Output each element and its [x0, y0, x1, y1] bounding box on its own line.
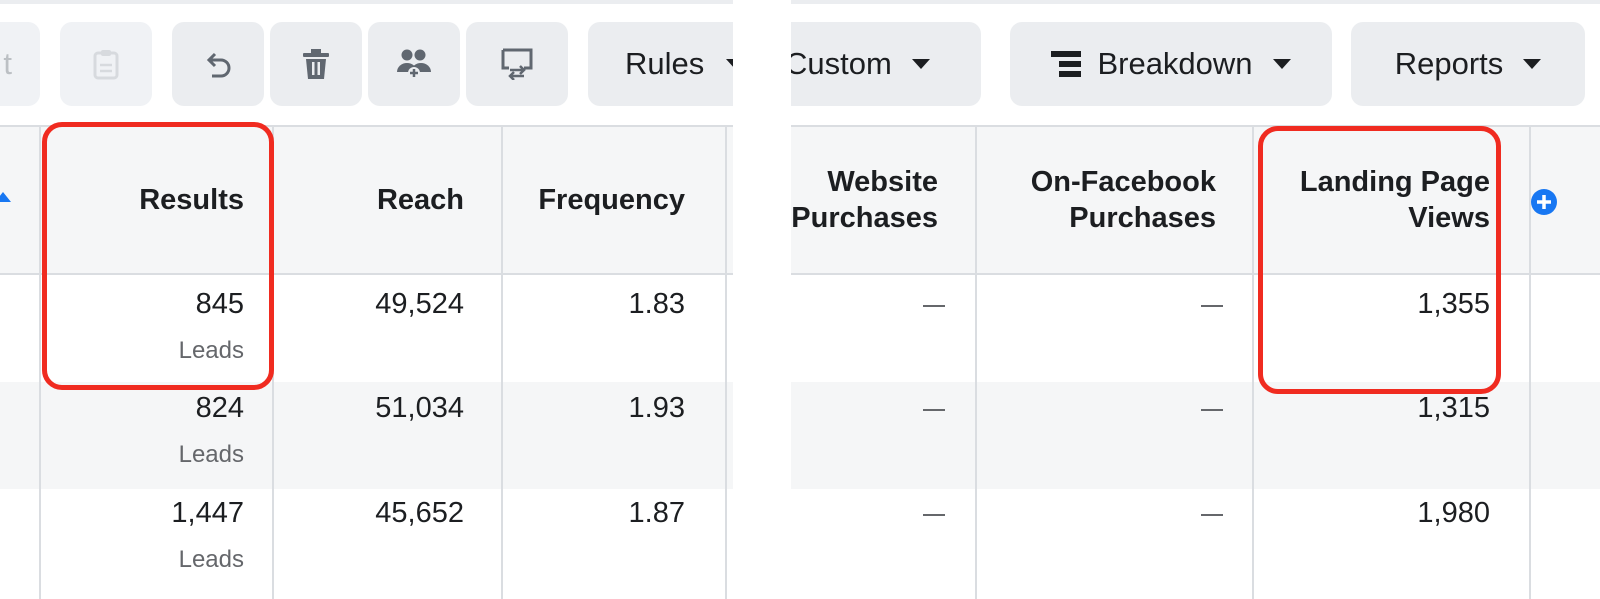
rules-dropdown[interactable]: Rules [588, 22, 733, 106]
sort-up-icon[interactable] [0, 191, 12, 203]
column-header-frequency[interactable]: Frequency [538, 182, 685, 218]
undo-icon [202, 48, 234, 80]
rules-label: Rules [625, 46, 705, 81]
results-unit: Leads [178, 441, 244, 468]
landing-page-views-value: 1,980 [1417, 497, 1490, 529]
paste-icon [93, 48, 119, 80]
column-divider [975, 125, 977, 599]
custom-dropdown[interactable]: Custom [791, 22, 981, 106]
table-row[interactable]: 1,315 [791, 382, 1600, 489]
frequency-value: 1.83 [628, 288, 685, 320]
column-divider [725, 125, 727, 599]
reach-value: 45,652 [375, 497, 464, 529]
header-line: Purchases [1069, 202, 1216, 234]
top-divider [0, 0, 733, 4]
chevron-down-icon [1272, 59, 1291, 69]
left-panel: t Rules Results Reach Frequency 845 Lead… [0, 0, 733, 599]
empty-value-dash [923, 409, 945, 411]
table-row[interactable]: 1,980 [791, 489, 1600, 596]
chevron-down-icon [726, 59, 733, 69]
right-panel: Custom Breakdown Reports Website Purchas… [791, 0, 1600, 599]
reach-value: 51,034 [375, 392, 464, 424]
column-header-reach[interactable]: Reach [377, 182, 464, 218]
delete-button[interactable] [270, 22, 362, 106]
chevron-down-icon [1523, 59, 1542, 69]
header-line: On-Facebook [1030, 166, 1216, 198]
people-add-icon [396, 48, 432, 80]
column-divider [1529, 125, 1531, 599]
reports-dropdown[interactable]: Reports [1351, 22, 1585, 106]
column-header-website-purchases[interactable]: Website Purchases [791, 164, 938, 236]
empty-value-dash [923, 514, 945, 516]
header-line: Purchases [791, 202, 938, 234]
paste-button[interactable] [60, 22, 152, 106]
reports-label: Reports [1394, 46, 1504, 81]
results-value: 1,447 [171, 497, 244, 529]
empty-value-dash [1201, 409, 1223, 411]
results-highlight-box [42, 122, 274, 390]
column-divider [39, 125, 41, 599]
audience-button[interactable] [368, 22, 460, 106]
empty-value-dash [923, 305, 945, 307]
landing-page-views-value: 1,315 [1417, 392, 1490, 424]
header-line: Website [827, 166, 938, 198]
results-value: 824 [195, 392, 244, 424]
landing-page-views-highlight-box [1258, 126, 1501, 394]
table-row[interactable]: 824 Leads 51,034 1.93 [0, 382, 733, 489]
frequency-value: 1.87 [628, 497, 685, 529]
compare-button[interactable] [466, 22, 568, 106]
column-divider [1252, 125, 1254, 599]
breakdown-icon [1051, 49, 1082, 79]
breakdown-label: Breakdown [1097, 46, 1253, 81]
chevron-down-icon [911, 59, 930, 69]
add-column-icon[interactable] [1530, 188, 1558, 216]
top-divider [791, 0, 1600, 4]
undo-button[interactable] [172, 22, 264, 106]
frequency-value: 1.93 [628, 392, 685, 424]
custom-label: Custom [791, 46, 892, 81]
trash-icon [302, 48, 330, 80]
partial-toolbar-button[interactable]: t [0, 22, 40, 106]
breakdown-dropdown[interactable]: Breakdown [1010, 22, 1332, 106]
column-header-on-facebook-purchases[interactable]: On-Facebook Purchases [1031, 164, 1216, 236]
empty-value-dash [1201, 514, 1223, 516]
reach-value: 49,524 [375, 288, 464, 320]
column-divider [501, 125, 503, 599]
swap-icon [500, 48, 534, 80]
partial-button-label: t [3, 46, 12, 81]
table-row[interactable]: 1,447 Leads 45,652 1.87 [0, 489, 733, 596]
empty-value-dash [1201, 305, 1223, 307]
results-unit: Leads [178, 546, 244, 573]
